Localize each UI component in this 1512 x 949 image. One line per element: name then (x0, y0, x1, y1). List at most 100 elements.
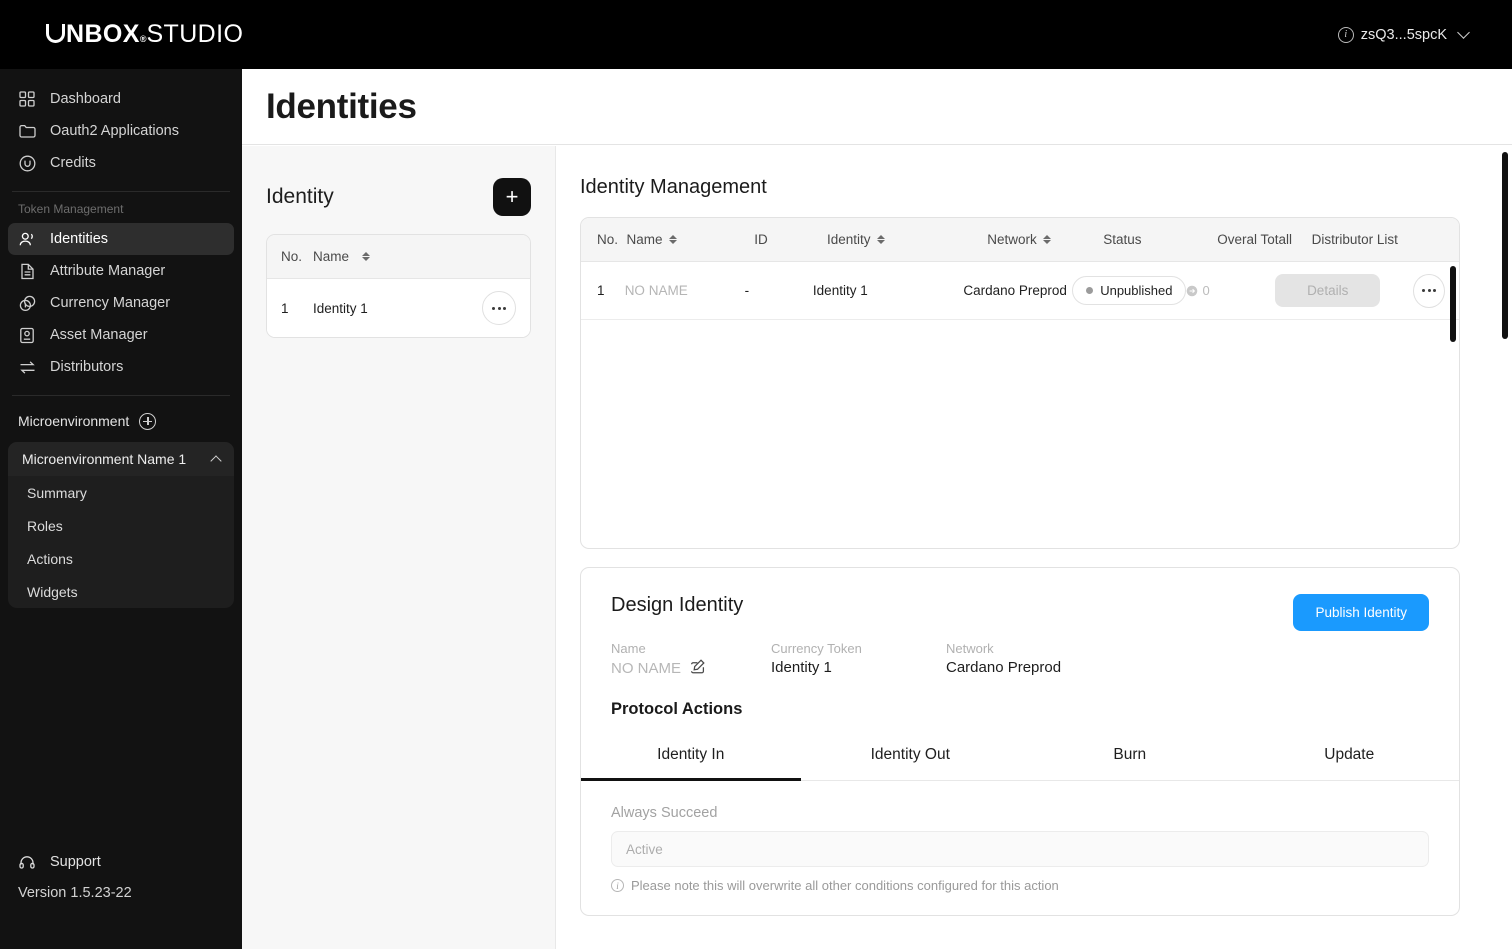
main-content: Identity Management No. Name ID Identity… (556, 146, 1512, 949)
cell-name: NO NAME (624, 283, 688, 298)
tab-identity-in[interactable]: Identity In (581, 733, 801, 781)
logo-studio-text: STUDIO (146, 20, 244, 48)
design-identity-header: Design Identity Publish Identity (581, 594, 1459, 631)
sidebar-item-label: Summary (27, 484, 87, 501)
credits-circle-icon (18, 154, 36, 172)
sidebar-item-distributors[interactable]: Distributors (8, 351, 234, 383)
column-header-identity[interactable]: Identity (827, 232, 987, 247)
add-identity-button[interactable]: + (493, 178, 531, 216)
cell-no: 1 (597, 283, 605, 298)
status-badge: Unpublished (1072, 276, 1187, 305)
form-note-text: Please note this will overwrite all othe… (631, 878, 1059, 893)
unbox-u-mark-icon (46, 24, 65, 43)
always-succeed-value: Active (626, 841, 663, 857)
column-header-no: No. (597, 232, 619, 247)
overall-total-value: 0 (1202, 283, 1210, 298)
column-header-overall-total: Overal Totall (1217, 232, 1293, 247)
tab-identity-out[interactable]: Identity Out (801, 733, 1021, 781)
sidebar-item-identities[interactable]: Identities (8, 223, 234, 255)
sidebar-item-support[interactable]: Support (0, 847, 242, 877)
protocol-actions-tabs: Identity In Identity Out Burn Update (581, 733, 1459, 781)
info-circle-icon: i (611, 879, 624, 892)
column-header-no: No. (281, 249, 303, 264)
cell-identity: Identity 1 (812, 283, 868, 298)
column-header-id: ID (754, 232, 768, 247)
identity-mini-table-header: No. Name (267, 235, 530, 279)
design-identity-title: Design Identity (611, 594, 744, 616)
sort-icon (668, 235, 677, 244)
identity-management-title: Identity Management (580, 176, 767, 198)
app-logo: NBOX ® STUDIO (0, 20, 243, 49)
tab-burn[interactable]: Burn (1020, 733, 1240, 781)
design-identity-meta: Name NO NAME Currency Token Identity 1 N… (581, 631, 1459, 678)
cell-network: Cardano Preprod (963, 283, 1067, 298)
identity-list-title: Identity (266, 185, 334, 208)
microenvironment-card: Microenvironment Name 1 Summary Roles Ac… (8, 442, 234, 608)
table-header-row: No. Name ID Identity Network Status Over… (581, 218, 1459, 262)
sidebar-item-dashboard[interactable]: Dashboard (8, 83, 234, 115)
meta-value: Identity 1 (771, 659, 832, 676)
sidebar-item-summary[interactable]: Summary (8, 476, 234, 509)
sidebar-group-label-token-management: Token Management (18, 202, 124, 216)
identity-list-panel: Identity + No. Name 1 Identity 1 (242, 146, 556, 949)
sidebar-item-asset-manager[interactable]: Asset Manager (8, 319, 234, 351)
cell-id: - (744, 283, 750, 298)
sidebar-item-credits[interactable]: Credits (8, 147, 234, 179)
user-menu[interactable]: i zsQ3...5spcK (1337, 26, 1512, 43)
grid-icon (18, 90, 36, 108)
sidebar-item-label: Oauth2 Applications (50, 123, 179, 139)
row-number: 1 (281, 300, 289, 316)
chevron-up-icon (210, 454, 222, 467)
design-identity-card: Design Identity Publish Identity Name NO… (580, 567, 1460, 916)
microenvironment-toggle[interactable]: Microenvironment Name 1 (8, 442, 234, 476)
meta-value: Cardano Preprod (946, 659, 1062, 676)
sidebar-item-actions[interactable]: Actions (8, 542, 234, 575)
table-row[interactable]: 1 NO NAME - Identity 1 Cardano Preprod U… (581, 262, 1459, 320)
sort-icon (876, 235, 885, 244)
sort-icon (1042, 235, 1051, 244)
details-button[interactable]: Details (1275, 274, 1381, 307)
tab-update[interactable]: Update (1240, 733, 1460, 781)
sidebar-item-label: Credits (50, 155, 96, 171)
cell-distributor-list: Details (1275, 274, 1413, 307)
users-icon (18, 230, 36, 248)
sidebar-item-label: Asset Manager (50, 327, 148, 343)
publish-identity-button[interactable]: Publish Identity (1293, 594, 1429, 631)
cell-overall-total: 0 (1186, 283, 1275, 298)
column-header-distributor-list: Distributor List (1311, 232, 1398, 247)
protocol-action-form: Always Succeed Active i Please note this… (581, 781, 1459, 893)
identity-list-row[interactable]: 1 Identity 1 (267, 279, 530, 337)
headset-icon (18, 853, 36, 871)
column-header-network[interactable]: Network (987, 232, 1103, 247)
sidebar-item-label: Distributors (50, 359, 124, 375)
sidebar-item-oauth2-applications[interactable]: Oauth2 Applications (8, 115, 234, 147)
table-scrollbar[interactable] (1450, 266, 1456, 342)
sidebar-item-roles[interactable]: Roles (8, 509, 234, 542)
identity-management-table: No. Name ID Identity Network Status Over… (580, 217, 1460, 549)
ellipsis-icon[interactable] (1413, 273, 1445, 308)
identity-mini-table: No. Name 1 Identity 1 (266, 234, 531, 338)
plus-circle-icon[interactable] (139, 412, 157, 430)
page-scrollbar[interactable] (1502, 152, 1508, 339)
asset-icon (18, 326, 36, 344)
meta-value-row: NO NAME (611, 659, 771, 678)
always-succeed-select[interactable]: Active (611, 831, 1429, 867)
sidebar-item-currency-manager[interactable]: Currency Manager (8, 287, 234, 319)
meta-field-name: Name NO NAME (611, 641, 771, 678)
top-bar: NBOX ® STUDIO i zsQ3...5spcK (0, 0, 1512, 69)
column-header-name-label: Name (626, 232, 663, 247)
sidebar-item-attribute-manager[interactable]: Attribute Manager (8, 255, 234, 287)
column-header-name[interactable]: Name (313, 249, 371, 264)
version-label: Version 1.5.23-22 (18, 885, 132, 901)
edit-pencil-icon[interactable] (690, 659, 705, 678)
ellipsis-icon[interactable] (482, 291, 516, 325)
page-title: Identities (266, 86, 417, 126)
sidebar: Dashboard Oauth2 Applications Credits To… (0, 69, 242, 949)
column-header-identity-label: Identity (827, 232, 871, 247)
meta-field-currency-token: Currency Token Identity 1 (771, 641, 946, 678)
transfer-icon (18, 358, 36, 376)
sidebar-item-widgets[interactable]: Widgets (8, 575, 234, 608)
cell-status: Unpublished (1072, 276, 1187, 305)
logo-registered-mark: ® (139, 34, 147, 44)
column-header-name[interactable]: Name (626, 232, 754, 247)
